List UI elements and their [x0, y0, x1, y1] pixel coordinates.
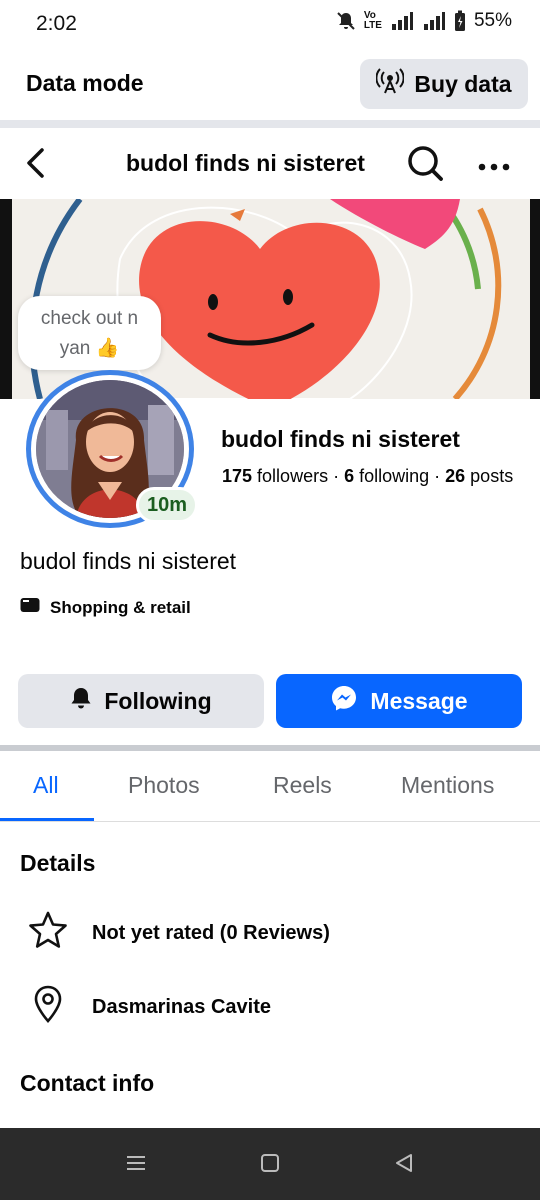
data-mode-title: Data mode: [26, 70, 144, 96]
signal-icon: [422, 11, 446, 31]
profile-tabs: All Photos Reels Mentions: [0, 752, 540, 822]
location-label: Dasmarinas Cavite: [92, 995, 271, 1018]
tab-photos[interactable]: Photos: [128, 772, 200, 799]
tab-all[interactable]: All: [33, 772, 59, 799]
message-label: Message: [370, 687, 468, 714]
active-tab-indicator: [0, 818, 94, 821]
contact-info-title: Contact info: [20, 1070, 155, 1096]
following-label[interactable]: following ·: [354, 466, 445, 486]
buy-data-label: Buy data: [414, 70, 512, 97]
profile-bio: budol finds ni sisteret: [20, 548, 237, 574]
divider: [0, 745, 540, 751]
location-pin-icon: [28, 984, 68, 1030]
page-name: budol finds ni sisteret: [221, 426, 460, 452]
posts-count: 26: [445, 466, 466, 486]
note-line-2: yan 👍: [59, 338, 120, 359]
status-bar: 2:02 Vo LTE 55%: [0, 0, 540, 48]
category-label: Shopping & retail: [50, 597, 191, 617]
profile-stats: 175 followers · 6 following · 26 posts: [222, 466, 513, 487]
back-arrow-icon[interactable]: [22, 146, 50, 185]
search-icon[interactable]: [405, 143, 445, 188]
battery-icon: [454, 10, 466, 32]
status-icons: Vo LTE 55%: [336, 10, 512, 32]
store-icon: [20, 597, 40, 618]
messenger-icon: [330, 684, 358, 718]
home-icon[interactable]: [259, 1152, 281, 1179]
rating-row[interactable]: Not yet rated (0 Reviews): [28, 910, 330, 956]
volte-icon: Vo LTE: [363, 10, 382, 31]
following-button[interactable]: Following: [18, 674, 264, 728]
category-row: Shopping & retail: [20, 597, 191, 618]
buy-data-button[interactable]: Buy data: [360, 59, 528, 109]
nav-back-icon[interactable]: [393, 1152, 415, 1179]
system-nav-bar: [0, 1128, 540, 1200]
data-mode-bar: Data mode Buy data: [0, 48, 540, 120]
posts-label: posts: [465, 466, 514, 486]
following-label: Following: [104, 687, 212, 714]
divider: [0, 120, 540, 128]
followers-label[interactable]: followers ·: [252, 466, 344, 486]
tab-reels[interactable]: Reels: [273, 772, 332, 799]
rating-label: Not yet rated (0 Reviews): [92, 921, 330, 944]
location-row[interactable]: Dasmarinas Cavite: [28, 984, 271, 1030]
status-time: 2:02: [36, 12, 77, 35]
header-title: budol finds ni sisteret: [126, 150, 365, 176]
bell-mute-icon: [336, 11, 356, 31]
star-icon: [28, 910, 68, 956]
battery-percent: 55%: [473, 10, 512, 31]
more-icon[interactable]: [478, 158, 510, 176]
followers-count[interactable]: 175: [222, 466, 252, 486]
recent-apps-icon[interactable]: [125, 1152, 147, 1179]
note-bubble[interactable]: check out n yan 👍: [18, 296, 161, 370]
tab-mentions[interactable]: Mentions: [401, 772, 494, 799]
bell-icon: [70, 686, 92, 716]
signal-icon: [390, 11, 414, 31]
note-line-1: check out n: [40, 308, 139, 329]
message-button[interactable]: Message: [276, 674, 522, 728]
page-header: budol finds ni sisteret: [0, 128, 540, 198]
broadcast-icon: [375, 67, 405, 101]
active-time-badge: 10m: [136, 487, 198, 523]
details-title: Details: [20, 850, 96, 876]
following-count[interactable]: 6: [344, 466, 354, 486]
